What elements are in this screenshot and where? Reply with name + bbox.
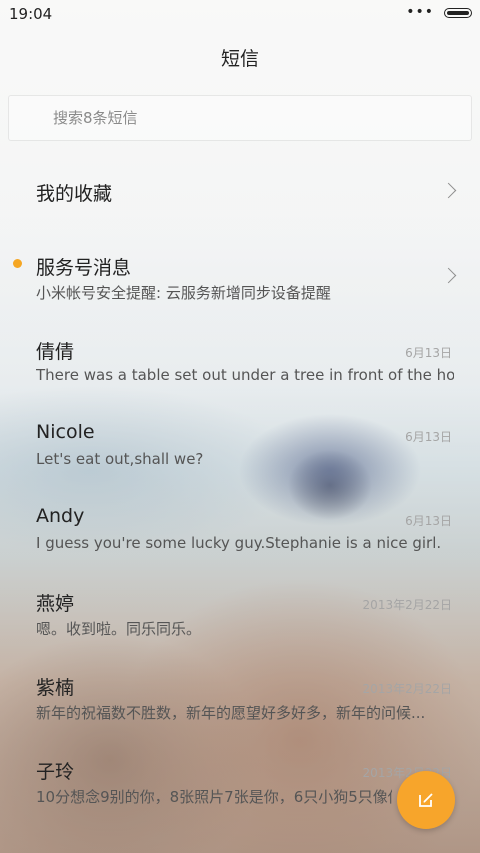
message-preview: There was a table set out under a tree i… [36,366,454,384]
status-dots: ••• [406,4,434,20]
service-preview: 小米帐号安全提醒: 云服务新增同步设备提醒 [36,284,331,302]
message-date: 2013年2月22日 [362,598,452,612]
chevron-right-icon [440,182,457,199]
chevron-right-icon [440,267,457,284]
search-input[interactable] [53,96,453,140]
conversation-item[interactable]: Nicole 6月13日 Let's eat out,shall we? [0,402,480,486]
message-date: 2013年2月22日 [362,682,452,696]
search-box[interactable] [8,95,472,141]
compose-button[interactable] [397,771,455,829]
contact-name: Nicole [36,421,95,443]
conversation-item[interactable]: Andy 6月13日 I guess you're some lucky guy… [0,486,480,570]
contact-name: 燕婷 [36,593,75,615]
favorites-item[interactable]: 我的收藏 [0,150,480,234]
contact-name: 倩倩 [36,341,75,363]
contact-name: Andy [36,505,85,527]
favorites-label: 我的收藏 [36,183,113,205]
message-date: 6月13日 [405,430,452,444]
status-time: 19:04 [9,5,53,23]
contact-name: 子玲 [36,761,75,783]
service-messages-item[interactable]: 服务号消息 小米帐号安全提醒: 云服务新增同步设备提醒 [0,234,480,318]
message-date: 6月13日 [405,514,452,528]
conversation-item[interactable]: 倩倩 6月13日 There was a table set out under… [0,318,480,402]
conversation-item[interactable]: 燕婷 2013年2月22日 嗯。收到啦。同乐同乐。 [0,570,480,654]
message-preview: I guess you're some lucky guy.Stephanie … [36,534,442,552]
compose-icon [419,793,433,807]
battery-icon [444,8,472,18]
message-preview: 10分想念9别的你，8张照片7张是你，6只小狗5只像你 [36,788,392,806]
page-title: 短信 [220,48,259,70]
conversation-item[interactable]: 紫楠 2013年2月22日 新年的祝福数不胜数，新年的愿望好多好多，新年的问候.… [0,654,480,738]
unread-dot [13,259,22,268]
message-date: 6月13日 [405,346,452,360]
message-preview: Let's eat out,shall we? [36,450,204,468]
message-preview: 嗯。收到啦。同乐同乐。 [36,620,202,638]
status-bar: 19:04 ••• [0,0,480,28]
service-title: 服务号消息 [36,257,132,279]
contact-name: 紫楠 [36,677,75,699]
message-preview: 新年的祝福数不胜数，新年的愿望好多好多，新年的问候... [36,704,426,722]
